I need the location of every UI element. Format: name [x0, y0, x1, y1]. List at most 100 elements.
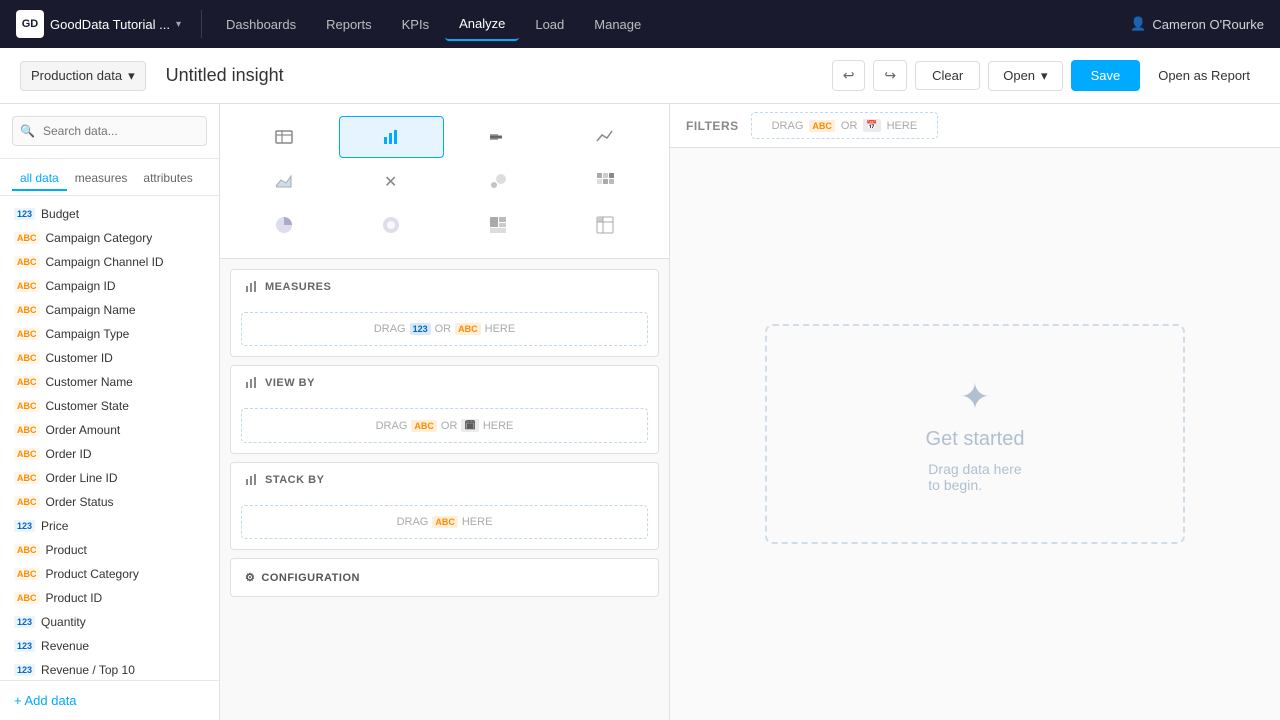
gear-icon: ⚙: [245, 571, 255, 584]
list-item[interactable]: ABCCampaign Name: [0, 298, 219, 322]
nav-reports[interactable]: Reports: [312, 9, 386, 40]
clear-button[interactable]: Clear: [915, 61, 980, 90]
abc-badge: ABC: [14, 232, 40, 244]
list-item[interactable]: 123Quantity: [0, 610, 219, 634]
nav-user[interactable]: 👤 Cameron O'Rourke: [1130, 16, 1264, 32]
list-item[interactable]: ABCProduct Category: [0, 562, 219, 586]
chart-bubble-btn[interactable]: [446, 160, 551, 202]
config-area: MEASURES DRAG 123 OR ABC HERE VIEW BY DR…: [220, 259, 669, 720]
stackby-drop-zone[interactable]: DRAG ABC HERE: [241, 505, 648, 539]
brand: GD GoodData Tutorial ... ▾: [16, 10, 202, 38]
get-started-subtitle: Drag data here to begin.: [928, 461, 1021, 493]
abc-badge: ABC: [14, 424, 40, 436]
chart-area-btn[interactable]: [232, 160, 337, 202]
list-item-label: Campaign ID: [46, 279, 116, 293]
chart-heatmap-btn[interactable]: [552, 160, 657, 202]
user-name: Cameron O'Rourke: [1152, 17, 1264, 32]
abc-badge: ABC: [14, 496, 40, 508]
search-icon: 🔍: [20, 124, 35, 138]
abc-badge: ABC: [14, 472, 40, 484]
nav-kpis[interactable]: KPIs: [388, 9, 443, 40]
measures-drop-zone[interactable]: DRAG 123 OR ABC HERE: [241, 312, 648, 346]
list-item[interactable]: ABCProduct: [0, 538, 219, 562]
brand-logo: GD: [16, 10, 44, 38]
list-item[interactable]: 123Revenue: [0, 634, 219, 658]
configuration-header[interactable]: ⚙ CONFIGURATION: [231, 559, 658, 596]
tab-all-data[interactable]: all data: [12, 167, 67, 191]
list-item[interactable]: ABCCampaign Type: [0, 322, 219, 346]
abc-badge: ABC: [14, 592, 40, 604]
list-item[interactable]: ABCCustomer Name: [0, 370, 219, 394]
save-button[interactable]: Save: [1071, 60, 1141, 91]
nav-manage[interactable]: Manage: [580, 9, 655, 40]
chart-donut-btn[interactable]: [339, 204, 444, 246]
list-item[interactable]: 123 Revenue / Top 10: [0, 658, 219, 680]
chart-bullet-btn[interactable]: [446, 116, 551, 158]
chart-table-btn[interactable]: [232, 116, 337, 158]
redo-button[interactable]: ↪: [873, 60, 907, 91]
list-item[interactable]: ABC Customer State: [0, 394, 219, 418]
filter-abc-badge: ABC: [809, 120, 835, 132]
abc-badge: ABC: [14, 304, 40, 316]
search-input[interactable]: [12, 116, 207, 146]
get-started-box: ✦ Get started Drag data here to begin.: [765, 324, 1185, 544]
chart-scatter-btn[interactable]: ✕: [339, 160, 444, 202]
list-item-label: Revenue / Top 10: [41, 663, 135, 677]
list-item[interactable]: ABCCampaign ID: [0, 274, 219, 298]
svg-text:✕: ✕: [384, 174, 397, 191]
open-chevron-icon: ▾: [1041, 68, 1048, 84]
num-badge: 123: [14, 208, 35, 220]
chart-bar-btn[interactable]: [339, 116, 444, 158]
list-item[interactable]: ABC Order Line ID: [0, 466, 219, 490]
list-item[interactable]: ABC Order Status: [0, 490, 219, 514]
sidebar-list: 123BudgetABCCampaign CategoryABCCampaign…: [0, 196, 219, 680]
abc-badge: ABC: [14, 400, 40, 412]
nav-dashboards[interactable]: Dashboards: [212, 9, 310, 40]
list-item[interactable]: 123Budget: [0, 202, 219, 226]
chart-line-btn[interactable]: [552, 116, 657, 158]
stackby-section: STACK BY DRAG ABC HERE: [230, 462, 659, 550]
list-item-label: Order Status: [46, 495, 114, 509]
open-as-report-button[interactable]: Open as Report: [1148, 62, 1260, 89]
measures-abc-badge: ABC: [455, 323, 481, 335]
nav-load[interactable]: Load: [521, 9, 578, 40]
chart-treemap-btn[interactable]: [446, 204, 551, 246]
chart-pie-btn[interactable]: [232, 204, 337, 246]
list-item[interactable]: ABCCustomer ID: [0, 346, 219, 370]
main-content: 🔍 all data measures attributes 123Budget…: [0, 104, 1280, 720]
list-item[interactable]: ABC Product ID: [0, 586, 219, 610]
viz-area: ✦ Get started Drag data here to begin.: [670, 148, 1280, 720]
sidebar-search-area: 🔍: [0, 104, 219, 159]
list-item[interactable]: ABCCampaign Channel ID: [0, 250, 219, 274]
measures-header: MEASURES: [231, 270, 658, 304]
list-item[interactable]: ABCOrder Amount: [0, 418, 219, 442]
dataset-selector[interactable]: Production data ▾: [20, 61, 146, 91]
toolbar-actions: ↩ ↪ Clear Open ▾ Save Open as Report: [832, 60, 1260, 91]
top-nav: GD GoodData Tutorial ... ▾ Dashboards Re…: [0, 0, 1280, 48]
list-item-label: Campaign Type: [46, 327, 130, 341]
tab-attributes[interactable]: attributes: [135, 167, 200, 191]
list-item[interactable]: 123Price: [0, 514, 219, 538]
num-badge: 123: [14, 664, 35, 676]
page-title: Untitled insight: [156, 65, 822, 86]
list-item-label: Product ID: [46, 591, 103, 605]
brand-chevron-icon[interactable]: ▾: [176, 19, 181, 30]
nav-analyze[interactable]: Analyze: [445, 8, 519, 41]
abc-badge: ABC: [14, 448, 40, 460]
list-item-label: Customer State: [46, 399, 129, 413]
list-item-label: Revenue: [41, 639, 89, 653]
configuration-section: ⚙ CONFIGURATION: [230, 558, 659, 597]
sidebar-tabs: all data measures attributes: [0, 159, 219, 196]
undo-button[interactable]: ↩: [832, 60, 866, 91]
list-item[interactable]: ABCOrder ID: [0, 442, 219, 466]
chart-pivot-btn[interactable]: [552, 204, 657, 246]
list-item[interactable]: ABCCampaign Category: [0, 226, 219, 250]
open-button[interactable]: Open ▾: [988, 61, 1062, 91]
viewby-cal-badge: 🗓: [461, 419, 478, 432]
add-data-button[interactable]: + Add data: [0, 680, 219, 720]
list-item-label: Order Line ID: [46, 471, 118, 485]
magic-wand-icon: ✦: [960, 376, 990, 418]
tab-measures[interactable]: measures: [67, 167, 136, 191]
filters-drop-zone[interactable]: DRAG ABC OR 📅 HERE: [751, 112, 939, 139]
viewby-drop-zone[interactable]: DRAG ABC OR 🗓 HERE: [241, 408, 648, 443]
